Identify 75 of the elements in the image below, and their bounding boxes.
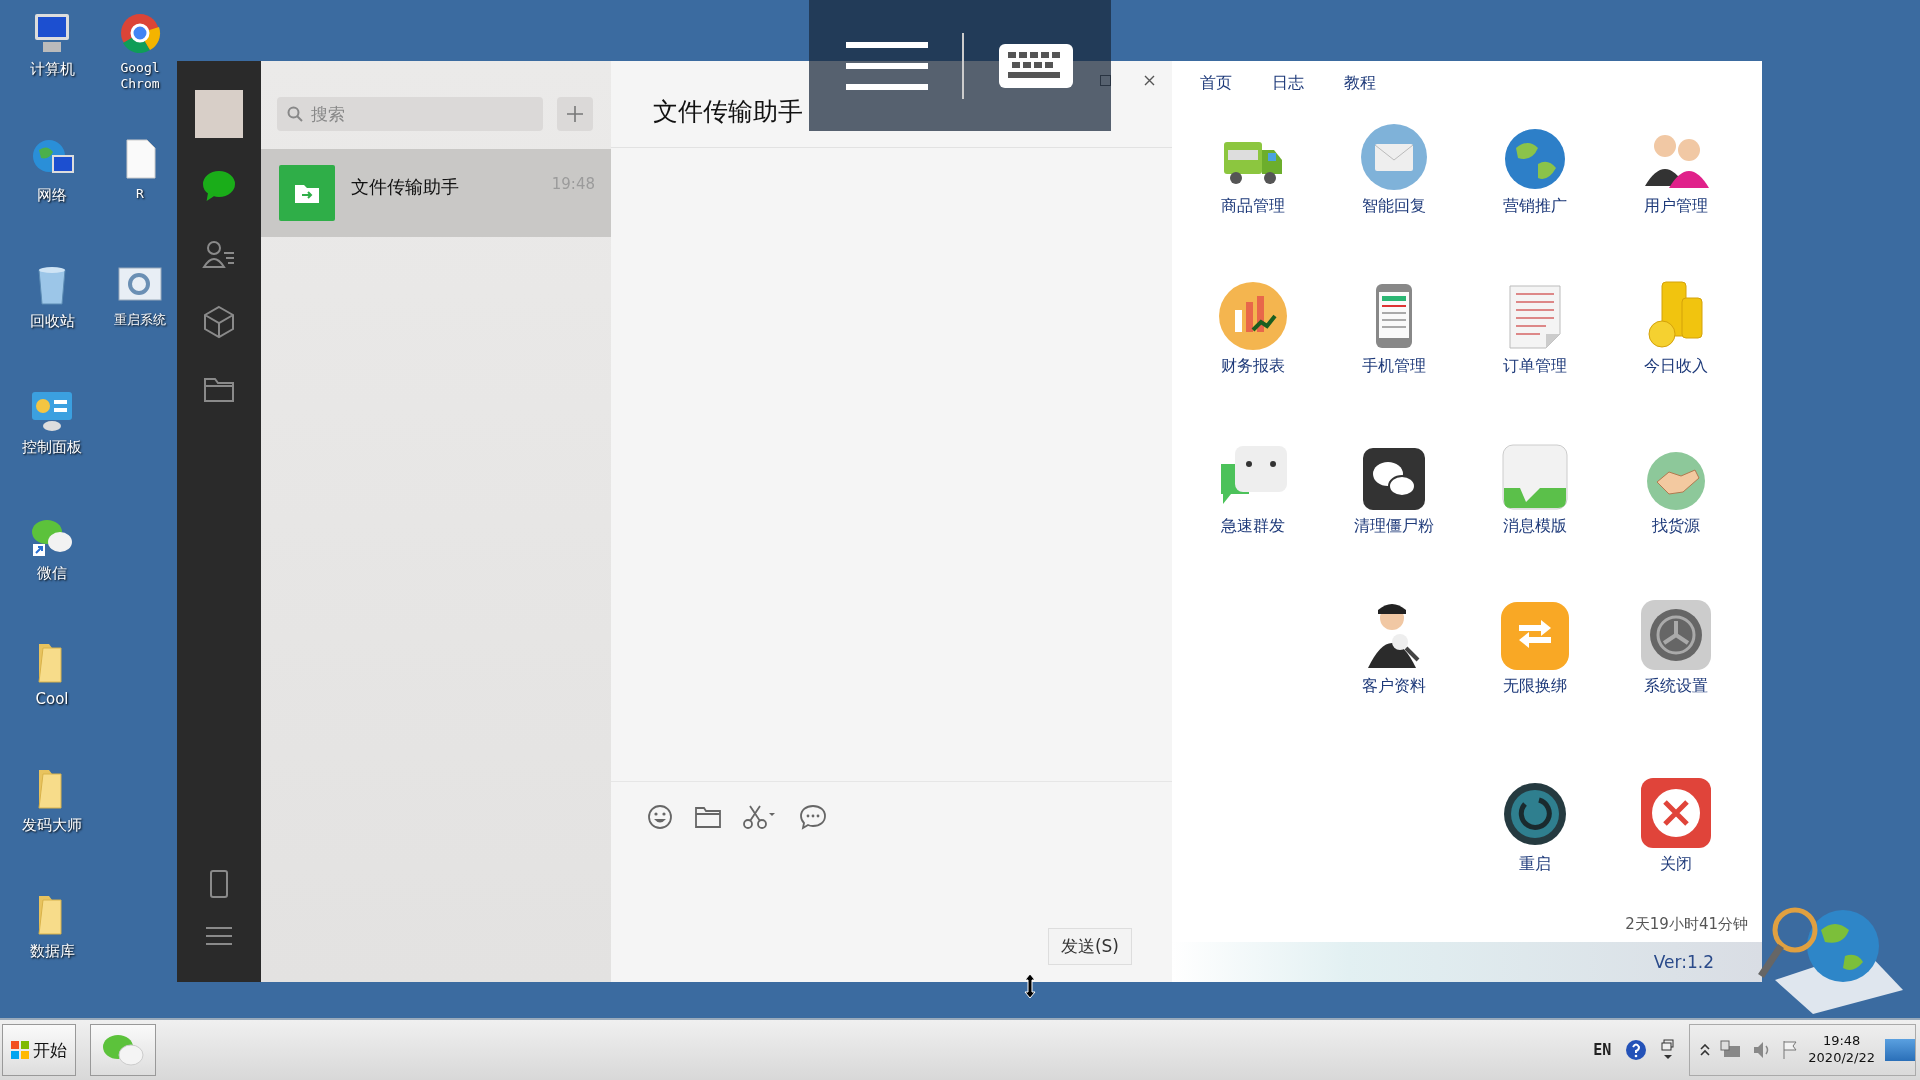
file-button[interactable] bbox=[695, 806, 721, 828]
tool-button[interactable]: 今日收入 bbox=[1605, 276, 1746, 436]
close-icon bbox=[1640, 778, 1711, 848]
nav-tab[interactable]: 教程 bbox=[1344, 69, 1376, 98]
search-field[interactable]: 搜索 bbox=[277, 97, 543, 131]
chat-history-button[interactable] bbox=[799, 804, 827, 830]
chat-name: 文件传输助手 bbox=[351, 175, 460, 199]
clock-time[interactable]: 19:48 bbox=[1822, 1033, 1861, 1050]
chat-title: 文件传输助手 bbox=[653, 96, 803, 128]
chat-bubbles-icon bbox=[101, 1033, 145, 1067]
cube-icon bbox=[203, 305, 235, 339]
nav-tab[interactable]: 日志 bbox=[1272, 69, 1304, 98]
tool-button[interactable]: 营销推广 bbox=[1464, 116, 1605, 276]
menu-button[interactable] bbox=[846, 40, 928, 91]
message-input[interactable]: 发送(S) bbox=[611, 832, 1172, 982]
tool-button[interactable]: 客户资料 bbox=[1323, 596, 1464, 774]
coins-icon bbox=[1647, 280, 1704, 350]
chat-icon bbox=[202, 170, 236, 202]
tool-button[interactable]: 手机管理 bbox=[1323, 276, 1464, 436]
tool-button[interactable]: 财务报表 bbox=[1182, 276, 1323, 436]
plus-icon bbox=[566, 105, 584, 123]
swap-arrows-icon bbox=[1500, 602, 1569, 670]
windows-logo-icon bbox=[11, 1041, 29, 1059]
document-icon bbox=[1507, 284, 1562, 350]
keyboard-button[interactable] bbox=[998, 42, 1074, 89]
tool-button[interactable]: 系统设置 bbox=[1605, 596, 1746, 774]
emoji-button[interactable] bbox=[647, 804, 673, 830]
start-button[interactable]: 开始 bbox=[2, 1024, 76, 1076]
settings-icon bbox=[1640, 600, 1711, 670]
envelope-icon bbox=[1360, 124, 1427, 190]
tool-button[interactable]: 用户管理 bbox=[1605, 116, 1746, 276]
windows-switch-icon[interactable] bbox=[1661, 1039, 1676, 1061]
tool-button[interactable]: 急速群发 bbox=[1182, 436, 1323, 596]
language-indicator[interactable]: EN bbox=[1593, 1041, 1612, 1059]
screenshot-button[interactable] bbox=[743, 805, 777, 829]
network-icon[interactable] bbox=[1720, 1040, 1743, 1060]
handshake-icon bbox=[1646, 452, 1705, 510]
tool-button[interactable]: 智能回复 bbox=[1323, 116, 1464, 276]
contacts-icon bbox=[202, 239, 236, 269]
tool-button[interactable]: 无限换绑 bbox=[1464, 596, 1605, 774]
tool-button[interactable]: 订单管理 bbox=[1464, 276, 1605, 436]
clock-date[interactable]: 2020/2/22 bbox=[1808, 1050, 1875, 1067]
send-button[interactable]: 发送(S) bbox=[1047, 928, 1132, 965]
folder-icon bbox=[695, 806, 721, 828]
speech-bubble-icon bbox=[799, 804, 827, 830]
phone-icon bbox=[1373, 282, 1414, 350]
close-button[interactable] bbox=[1142, 73, 1156, 87]
scissors-icon bbox=[743, 805, 777, 829]
uptime-text: 2天19小时41分钟 bbox=[1625, 915, 1748, 934]
menu-icon bbox=[206, 926, 232, 946]
avatar-placeholder bbox=[195, 90, 243, 138]
bar-chart-icon bbox=[1218, 282, 1287, 350]
taskbar-app-button[interactable] bbox=[90, 1024, 156, 1076]
tool-button[interactable]: 消息模版 bbox=[1464, 436, 1605, 596]
flag-icon[interactable] bbox=[1782, 1040, 1799, 1060]
search-icon bbox=[287, 106, 303, 122]
menu-icon bbox=[846, 40, 928, 91]
version-text: Ver:1.2 bbox=[1653, 952, 1714, 972]
help-icon[interactable] bbox=[1625, 1039, 1648, 1061]
restart-icon bbox=[1502, 782, 1567, 848]
message-template-icon bbox=[1501, 444, 1568, 510]
tool-button[interactable]: 商品管理 bbox=[1182, 116, 1323, 276]
close-icon bbox=[1143, 74, 1155, 86]
file-transfer-icon bbox=[279, 165, 335, 221]
nav-tab[interactable]: 首页 bbox=[1200, 69, 1232, 98]
phone-icon bbox=[210, 870, 228, 898]
tool-button[interactable]: 清理僵尸粉 bbox=[1323, 436, 1464, 596]
chevron-up-icon[interactable] bbox=[1700, 1044, 1711, 1056]
chat-bubbles-icon bbox=[1362, 448, 1425, 510]
tool-button[interactable]: 重启 bbox=[1464, 774, 1605, 934]
keyboard-icon bbox=[998, 42, 1074, 89]
folder-icon bbox=[203, 377, 235, 403]
globe-icon bbox=[1503, 128, 1566, 190]
smiley-icon bbox=[647, 804, 673, 830]
tool-button[interactable]: 找货源 bbox=[1605, 436, 1746, 596]
